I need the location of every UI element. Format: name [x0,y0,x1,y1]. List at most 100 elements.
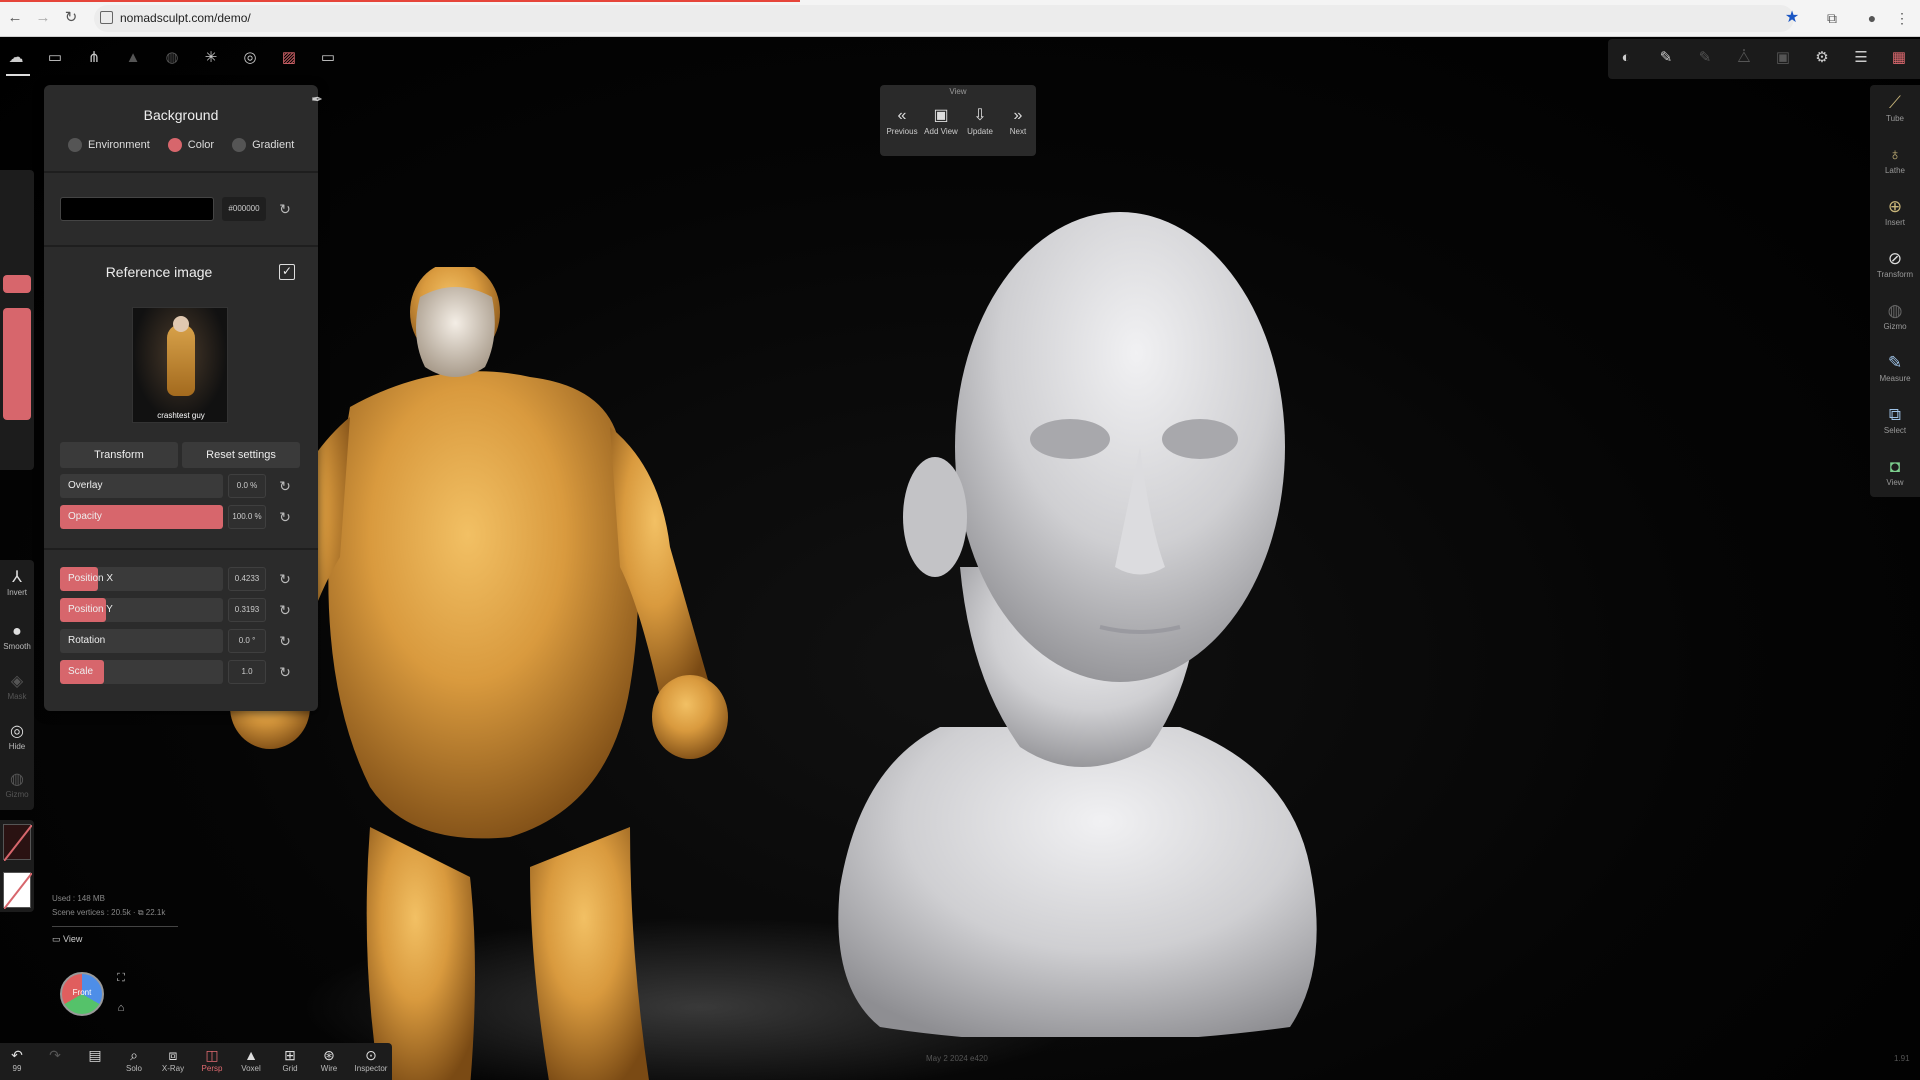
view-tool[interactable]: ◘ View [1870,456,1920,487]
reset-overlay-icon[interactable]: ↻ [276,477,294,495]
sliders-icon[interactable]: ☰ [1849,46,1873,70]
solo-button[interactable]: ⌕ Solo [117,1046,151,1073]
wire-button[interactable]: ⊛ Wire [312,1046,346,1073]
smooth-tool[interactable]: ● Smooth [2,622,32,651]
browser-menu-icon[interactable]: ⋮ [1893,9,1911,27]
site-info-icon[interactable] [100,11,113,24]
scale-slider[interactable]: Scale [60,660,223,684]
add-view-button[interactable]: ▣ Add View [921,105,961,136]
view-label[interactable]: ▭ View [52,934,82,945]
address-bar[interactable] [94,5,1794,32]
back-icon[interactable]: ← [6,9,24,27]
gizmo-tool-left[interactable]: ◍ Gizmo [2,770,32,799]
select-tool[interactable]: ⧉ Select [1870,404,1920,435]
light-icon[interactable]: ✳ [199,46,223,70]
position-x-slider[interactable]: Position X [60,567,223,591]
extensions-icon[interactable]: ⧉ [1823,9,1841,27]
mask-tool[interactable]: ◈ Mask [2,672,32,701]
brush-intensity-slider[interactable] [3,308,31,420]
voxel-icon: ▲ [244,1047,258,1063]
material-preview-icon[interactable]: ◐ [1614,46,1638,70]
reset-scale-icon[interactable]: ↻ [276,663,294,681]
thumbnail-label: crashtest guy [157,411,205,420]
material-icon[interactable]: ◍ [160,46,184,70]
bookmark-star-icon[interactable]: ★ [1783,9,1801,27]
xray-button[interactable]: ⧈ X-Ray [156,1046,190,1073]
radio-dot [232,138,247,152]
gold-figure-model[interactable] [230,267,830,1080]
position-y-value[interactable]: 0.3193 [228,598,266,622]
reference-thumbnail[interactable]: crashtest guy [132,307,228,423]
topology-icon[interactable]: ▲ [121,46,145,70]
home-icon[interactable]: ⌂ [114,1002,128,1016]
view-icon: ◘ [1889,457,1901,476]
opacity-slider[interactable]: Opacity [60,505,223,529]
render-icon[interactable]: ◎ [238,46,262,70]
primary-color-swatch[interactable] [3,824,33,862]
voxel-button[interactable]: ▲ Voxel [234,1046,268,1073]
reference-enable-checkbox[interactable]: ✓ [279,264,295,280]
radio-environment[interactable]: Environment [68,138,150,152]
inspector-button[interactable]: ⊙ Inspector [351,1046,391,1073]
camera-icon[interactable]: ▭ [316,46,340,70]
reset-settings-button[interactable]: Reset settings [182,442,300,468]
url-text[interactable]: nomadsculpt.com/demo/ [120,11,251,25]
previous-view-button[interactable]: « Previous [882,105,922,136]
reset-color-icon[interactable]: ↻ [276,200,294,218]
measure-tool[interactable]: ✎ Measure [1870,352,1920,383]
hide-tool[interactable]: ◎ Hide [2,722,32,751]
transform-button[interactable]: Transform [60,442,178,468]
slider-label: Rotation [68,635,106,646]
profile-icon[interactable]: ● [1863,9,1881,27]
tube-tool[interactable]: ⟋ Tube [1870,92,1920,123]
brush-size-handle[interactable] [3,275,31,293]
cube-icon[interactable]: ▣ [1771,46,1795,70]
scene-tree-icon[interactable]: ⋔ [82,46,106,70]
reset-opacity-icon[interactable]: ↻ [276,508,294,526]
background-icon[interactable]: ▨ [277,46,301,70]
reload-icon[interactable]: ↻ [62,9,80,27]
undo-button[interactable]: ↶ 99 [0,1046,34,1073]
nomad-logo-icon[interactable]: ☁ [4,46,28,70]
invert-tool[interactable]: ⅄ Invert [2,568,32,597]
next-view-button[interactable]: » Next [998,105,1038,136]
folder-icon[interactable]: ▭ [43,46,67,70]
forward-icon[interactable]: → [34,9,52,27]
color-swatch[interactable] [60,197,214,221]
rotation-value[interactable]: 0.0 ° [228,629,266,653]
reset-rotation-icon[interactable]: ↻ [276,632,294,650]
overlay-value[interactable]: 0.0 % [228,474,266,498]
stroke-icon[interactable]: ✎ [1693,46,1717,70]
paint-icon[interactable]: ✎ [1654,46,1678,70]
radio-color[interactable]: Color [167,138,214,152]
overlay-slider[interactable]: Overlay [60,474,223,498]
view-gizmo-ball[interactable]: Front [60,972,104,1016]
rotation-slider[interactable]: Rotation [60,629,223,653]
persp-button[interactable]: ◫ Persp [195,1046,229,1073]
scale-value[interactable]: 1.0 [228,660,266,684]
hex-input[interactable]: #000000 [222,197,266,221]
insert-tool[interactable]: ⊕ Insert [1870,196,1920,227]
opacity-value[interactable]: 100.0 % [228,505,266,529]
radio-gradient[interactable]: Gradient [232,138,294,152]
update-view-button[interactable]: ⇩ Update [960,105,1000,136]
redo-button[interactable]: ↷ [38,1046,72,1064]
secondary-color-swatch[interactable] [3,872,33,910]
position-x-value[interactable]: 0.4233 [228,567,266,591]
fullscreen-icon[interactable]: ⛶ [114,972,128,986]
reset-position-y-icon[interactable]: ↻ [276,601,294,619]
layers-button[interactable]: ▤ [78,1046,112,1064]
head-bust-model[interactable] [820,207,1340,1037]
lathe-tool[interactable]: ♁ Lathe [1870,144,1920,175]
reset-position-x-icon[interactable]: ↻ [276,570,294,588]
insert-icon: ⊕ [1887,197,1903,216]
gizmo-tool-right[interactable]: ◍ Gizmo [1870,300,1920,331]
position-y-slider[interactable]: Position Y [60,598,223,622]
button-label: Add View [924,127,958,136]
pin-icon[interactable]: ✒ [300,82,334,116]
symmetry-icon[interactable]: ⧊ [1732,46,1756,70]
transform-tool[interactable]: ⊘ Transform [1870,248,1920,279]
gift-icon[interactable]: ▦ [1887,46,1911,70]
grid-button[interactable]: ⊞ Grid [273,1046,307,1073]
settings-icon[interactable]: ⚙ [1810,46,1834,70]
